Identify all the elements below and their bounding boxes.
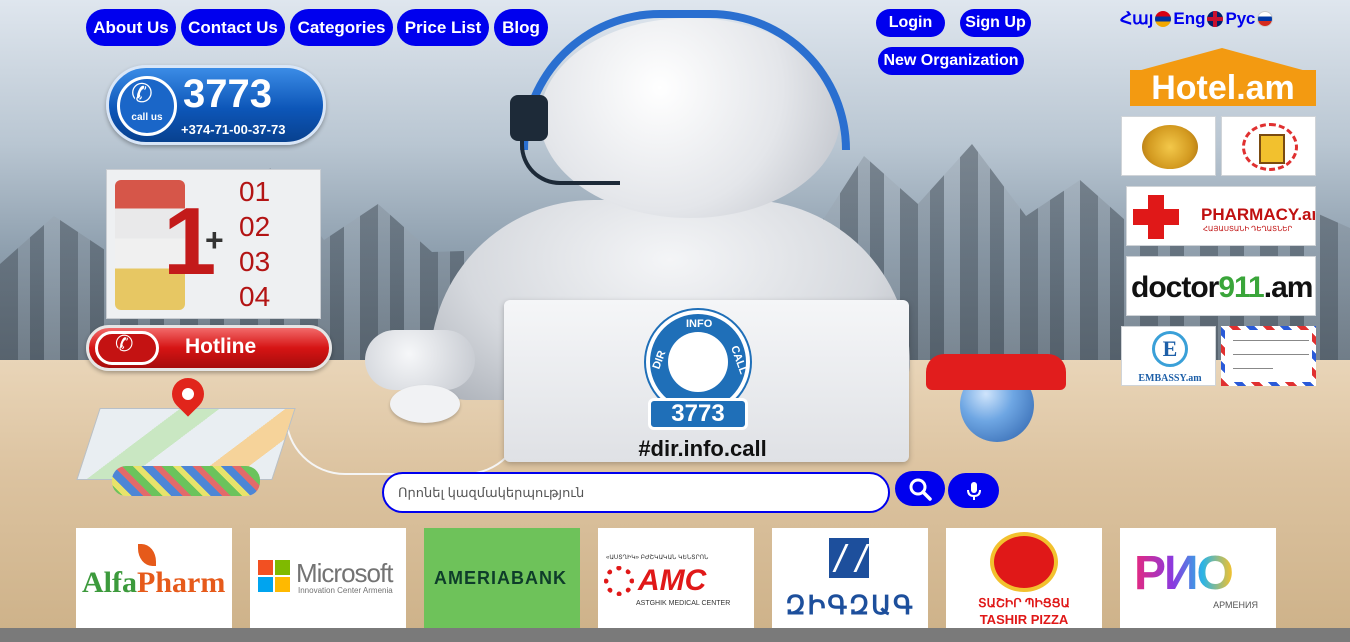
emergency-plus: + [205, 222, 224, 258]
pharmacy-cross-icon [1133, 195, 1179, 239]
nav-contact-us[interactable]: Contact Us [181, 9, 285, 46]
voice-search-button[interactable] [948, 473, 999, 508]
phone-globe-illustration [926, 354, 1066, 444]
emergency-code: 03 [239, 246, 271, 277]
mail-envelope-link[interactable] [1221, 326, 1316, 386]
hotel-am-label: Hotel.am [1130, 70, 1316, 106]
search-icon [909, 478, 932, 501]
call-us-label: call us [131, 112, 163, 123]
nav-about-us[interactable]: About Us [86, 9, 176, 46]
partner-rio[interactable]: РИО АРМЕНИЯ [1120, 528, 1276, 628]
partner-alfapharm[interactable]: AlfaPharm [76, 528, 232, 628]
doctor-domain: .am [1263, 271, 1314, 304]
pharm-text: Pharm [137, 566, 226, 599]
partner-zigzag[interactable]: ԶԻԳԶԱԳ [772, 528, 928, 628]
lang-armenian[interactable]: Հայ [1120, 9, 1153, 29]
doctor-label: doctor [1131, 271, 1219, 304]
mouse [390, 385, 460, 423]
amc-armenian-label: «ԱՍՏՂԻԿ» ԲԺՇԿԱԿԱՆ ԿԵՆՏՐՈՆ [606, 555, 709, 561]
emergency-code: 04 [239, 281, 271, 312]
microsoft-label: Microsoft [296, 558, 393, 588]
embassy-logo-icon: E [1152, 331, 1188, 367]
zigzag-logo-icon [829, 538, 869, 578]
zigzag-label: ԶԻԳԶԱԳ [785, 590, 915, 620]
operator-arm [365, 330, 475, 390]
partner-amc[interactable]: «ԱՍՏՂԻԿ» ԲԺՇԿԱԿԱՆ ԿԵՆՏՐՈՆ AMC ASTGHIK ME… [598, 528, 754, 628]
doctor911-banner[interactable]: doctor911.am [1126, 256, 1316, 316]
microphone-icon [966, 481, 981, 500]
login-button[interactable]: Login [876, 9, 945, 37]
pharmacy-subtitle: ՀԱՅԱՍՏԱՆԻ ԴԵՂԱՏՆԵՐ [1203, 226, 1293, 233]
emergency-numbers-banner[interactable]: 1 + 01 02 03 04 [106, 169, 321, 319]
desk-edge [0, 628, 1350, 642]
hashtag: #dir.info.call [638, 436, 767, 461]
nav-price-list[interactable]: Price List [397, 9, 489, 46]
new-organization-button[interactable]: New Organization [878, 47, 1024, 75]
amc-emblem-icon [604, 566, 634, 596]
language-switcher: Հայ Eng Рус [1120, 9, 1274, 29]
alfa-text: Alfa [82, 566, 137, 599]
amc-label: AMC [638, 564, 707, 597]
pharmacy-am-banner[interactable]: PHARMACY.am ՀԱՅԱՍՏԱՆԻ ԴԵՂԱՏՆԵՐ [1126, 186, 1316, 246]
full-phone-number: +374-71-00-37-73 [181, 122, 286, 137]
nav-categories[interactable]: Categories [290, 9, 393, 46]
rio-label: РИО [1134, 547, 1234, 600]
tashir-label: TASHIR PIZZA [979, 612, 1069, 627]
yerevan-emblem-link[interactable] [1221, 116, 1316, 176]
telephone-icon [926, 354, 1066, 390]
logo-number: 3773 [648, 398, 748, 430]
rio-subtitle: АРМЕНИЯ [1213, 600, 1258, 610]
russia-flag-icon[interactable] [1257, 11, 1274, 27]
tashir-armenian-label: ՏԱՇԻՐ ՊԻՑՑԱ [978, 596, 1070, 610]
doctor-number: 911 [1218, 271, 1264, 304]
phone-icon: ✆ [131, 78, 153, 108]
search-input[interactable] [382, 472, 890, 513]
hotel-am-banner[interactable]: Hotel.am [1130, 48, 1316, 108]
partner-ameriabank[interactable]: AMERIABANK [424, 528, 580, 628]
microsoft-subtitle: Innovation Center Armenia [298, 586, 393, 595]
embassy-am-link[interactable]: E EMBASSY.am [1121, 326, 1216, 386]
lang-english[interactable]: Eng [1173, 9, 1205, 29]
armenia-coat-of-arms-link[interactable] [1121, 116, 1216, 176]
city-emblem-icon [1242, 123, 1298, 171]
mouse-cable [285, 415, 525, 475]
map-strip [112, 466, 260, 496]
ameriabank-label: AMERIABANK [434, 568, 567, 588]
signup-button[interactable]: Sign Up [960, 9, 1031, 37]
uk-flag-icon[interactable] [1207, 11, 1224, 27]
embassy-label: EMBASSY.am [1138, 373, 1202, 384]
search-button[interactable] [895, 471, 945, 506]
hotline-button[interactable]: ✆ Hotline [86, 325, 332, 371]
emergency-code: 02 [239, 211, 271, 242]
emergency-codes: 01 02 03 04 [239, 174, 270, 314]
map-link[interactable] [76, 371, 296, 498]
logo-top-text: INFO [686, 318, 713, 330]
partner-tashir-pizza[interactable]: ՏԱՇԻՐ ՊԻՑՑԱ TASHIR PIZZA [946, 528, 1102, 628]
tashir-badge-icon [990, 532, 1058, 592]
short-number: 3773 [183, 72, 272, 116]
call-us-banner[interactable]: ✆ call us 3773 +374-71-00-37-73 [106, 65, 326, 145]
partner-microsoft[interactable]: Microsoft Innovation Center Armenia [250, 528, 406, 628]
leaf-icon [138, 544, 156, 566]
amc-subtitle: ASTGHIK MEDICAL CENTER [636, 600, 731, 607]
lang-russian[interactable]: Рус [1225, 9, 1255, 29]
microsoft-logo-icon [258, 560, 290, 592]
armenia-flag-icon[interactable] [1155, 11, 1172, 27]
pharmacy-label: PHARMACY.am [1201, 205, 1316, 224]
hotline-label: Hotline [185, 335, 257, 358]
emergency-code: 01 [239, 176, 271, 207]
coat-of-arms-icon [1142, 125, 1198, 169]
phone-icon: ✆ [115, 331, 134, 356]
dir-info-call-logo[interactable]: INFO DIR CALL 3773 [644, 310, 752, 432]
nav-blog[interactable]: Blog [494, 9, 548, 46]
